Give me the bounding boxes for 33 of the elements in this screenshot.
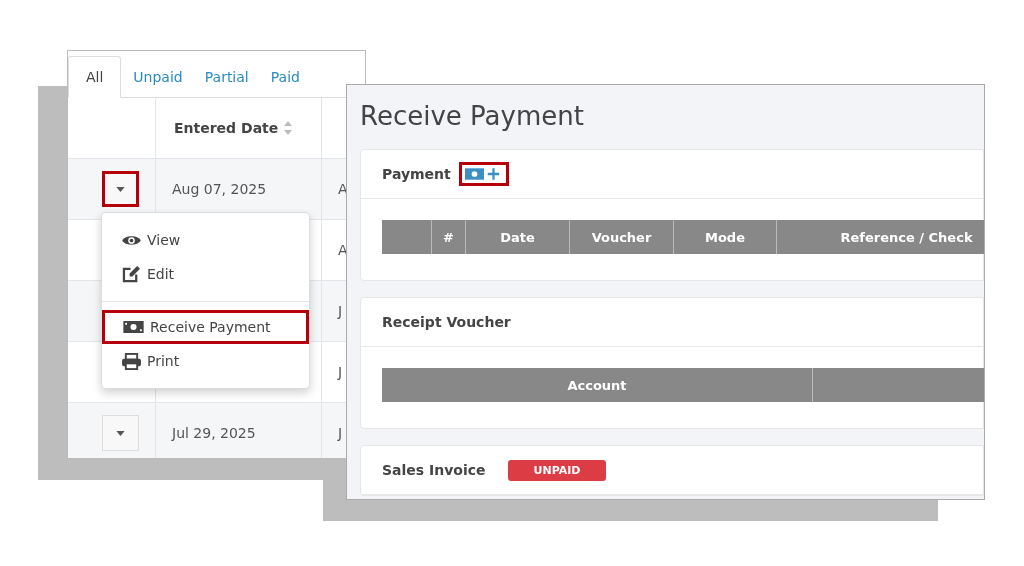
banknote-icon <box>123 321 144 333</box>
menu-item[interactable]: Receive Payment <box>102 310 309 344</box>
table-cell: Jul 29, 2025 <box>172 425 256 441</box>
section-title: Payment <box>382 166 451 182</box>
column-header: Reference / Check <box>840 229 973 245</box>
eye-icon <box>122 233 141 247</box>
table-cell: J <box>338 303 343 319</box>
menu-item[interactable]: Edit <box>102 257 309 291</box>
table-cell: J <box>338 425 343 441</box>
caret-icon <box>116 430 125 436</box>
section-title: Sales Invoice <box>382 462 486 478</box>
section-title: Receipt Voucher <box>382 314 511 330</box>
column-header: Mode <box>705 229 745 245</box>
edit-icon <box>122 265 141 283</box>
column-header: # <box>443 229 454 245</box>
column-header: Account <box>567 377 627 393</box>
status-badge: UNPAID <box>507 459 607 481</box>
menu-item[interactable]: Print <box>102 344 309 378</box>
column-header: Date <box>500 229 535 245</box>
row-menu-button[interactable] <box>102 171 139 207</box>
filter-tab[interactable]: All <box>68 56 122 98</box>
filter-tab[interactable]: Partial <box>194 69 259 97</box>
column-header: Voucher <box>591 229 652 245</box>
table-cell: J <box>338 364 343 380</box>
table-cell: Aug 07, 2025 <box>172 181 267 197</box>
page-title: Receive Payment <box>359 100 585 133</box>
add-payment-button[interactable] <box>458 162 509 186</box>
caret-icon <box>116 186 125 192</box>
column-header[interactable]: Entered Date <box>156 98 322 158</box>
menu-item[interactable]: View <box>102 223 309 257</box>
filter-tab[interactable]: Unpaid <box>123 69 193 97</box>
printer-icon <box>122 352 141 370</box>
filter-tab[interactable]: Paid <box>260 69 310 97</box>
